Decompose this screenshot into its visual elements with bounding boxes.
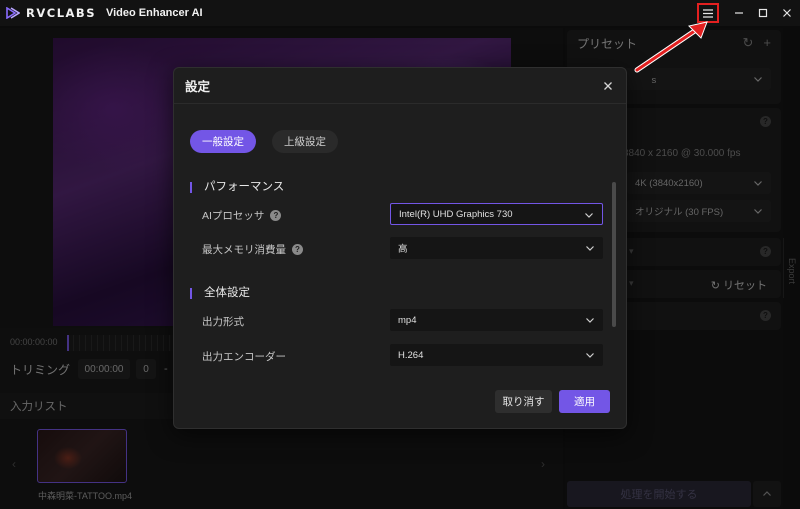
minimize-icon[interactable] [728, 2, 750, 24]
global-settings-section-title: 全体設定 [190, 287, 250, 299]
max-memory-label-row: 最大メモリ消費量 ? [202, 242, 303, 257]
settings-tabs: 一般設定 上級設定 [190, 130, 338, 153]
annotation-arrow [634, 21, 708, 73]
brand-name: RVCLABS [26, 6, 96, 20]
tab-advanced-settings[interactable]: 上級設定 [272, 130, 338, 153]
output-encoder-label: 出力エンコーダー [202, 351, 286, 363]
chevron-down-icon [586, 246, 594, 251]
output-format-select[interactable]: mp4 [390, 309, 603, 331]
app-logo-icon [6, 7, 20, 19]
chevron-down-icon [585, 213, 593, 218]
chevron-down-icon [586, 353, 594, 358]
app-title: Video Enhancer AI [105, 7, 203, 19]
dialog-scrollbar[interactable] [612, 182, 616, 327]
close-window-icon[interactable] [776, 2, 798, 24]
chevron-down-icon [586, 318, 594, 323]
maximize-icon[interactable] [752, 2, 774, 24]
tab-general-settings[interactable]: 一般設定 [190, 130, 256, 153]
help-icon[interactable]: ? [292, 244, 303, 255]
performance-section-title: パフォーマンス [190, 181, 284, 193]
close-icon[interactable] [600, 78, 616, 94]
window-controls [697, 0, 800, 26]
dialog-title: 設定 [185, 80, 211, 94]
output-encoder-select[interactable]: H.264 [390, 344, 603, 366]
settings-dialog: 設定 一般設定 上級設定 パフォーマンス AIプロセッサ ? Intel(R) … [173, 67, 627, 429]
apply-button[interactable]: 適用 [559, 390, 610, 413]
ai-processor-select[interactable]: Intel(R) UHD Graphics 730 [390, 203, 603, 225]
cancel-button[interactable]: 取り消す [495, 390, 552, 413]
output-format-label: 出力形式 [202, 316, 244, 328]
help-icon[interactable]: ? [270, 210, 282, 221]
ai-processor-label: AIプロセッサ [202, 210, 265, 222]
max-memory-label: 最大メモリ消費量 [202, 244, 286, 256]
ai-processor-label-row: AIプロセッサ ? [202, 208, 282, 223]
max-memory-select[interactable]: 高 [390, 237, 603, 259]
dialog-header: 設定 [174, 68, 626, 104]
